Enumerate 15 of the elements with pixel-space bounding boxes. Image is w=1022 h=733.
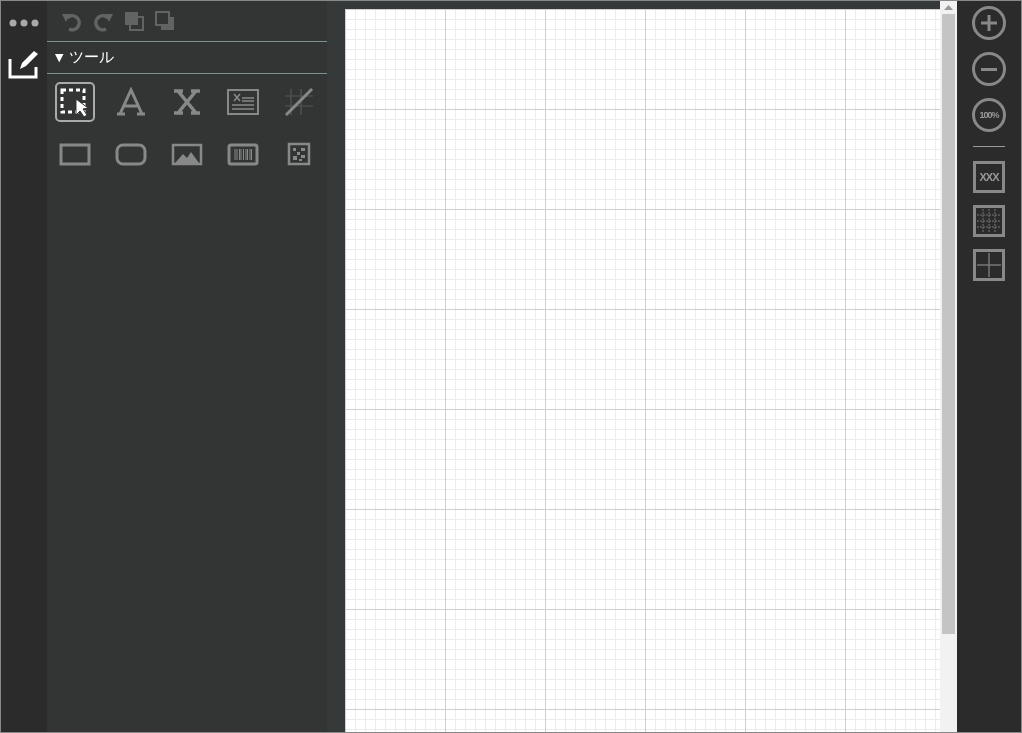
minus-icon bbox=[981, 67, 997, 71]
collapse-arrow[interactable]: ▼ bbox=[55, 51, 64, 64]
grid-toggle-button[interactable] bbox=[973, 249, 1005, 281]
scroll-thumb[interactable] bbox=[942, 14, 955, 634]
scroll-up-icon[interactable] bbox=[944, 5, 953, 10]
zoom-out-button[interactable] bbox=[972, 52, 1006, 86]
zoom-reset-button[interactable]: 100% bbox=[972, 98, 1006, 132]
zoom-in-button[interactable] bbox=[972, 6, 1006, 40]
scrollbar[interactable] bbox=[940, 1, 957, 732]
fine-grid-toggle-button[interactable] bbox=[973, 205, 1005, 237]
section-title[interactable]: ツール bbox=[69, 48, 115, 67]
edit-icon[interactable] bbox=[8, 49, 40, 79]
select-tool-icon[interactable] bbox=[55, 82, 95, 122]
labels-toggle-button[interactable]: XXX bbox=[973, 161, 1005, 193]
more-icon[interactable] bbox=[9, 19, 39, 27]
